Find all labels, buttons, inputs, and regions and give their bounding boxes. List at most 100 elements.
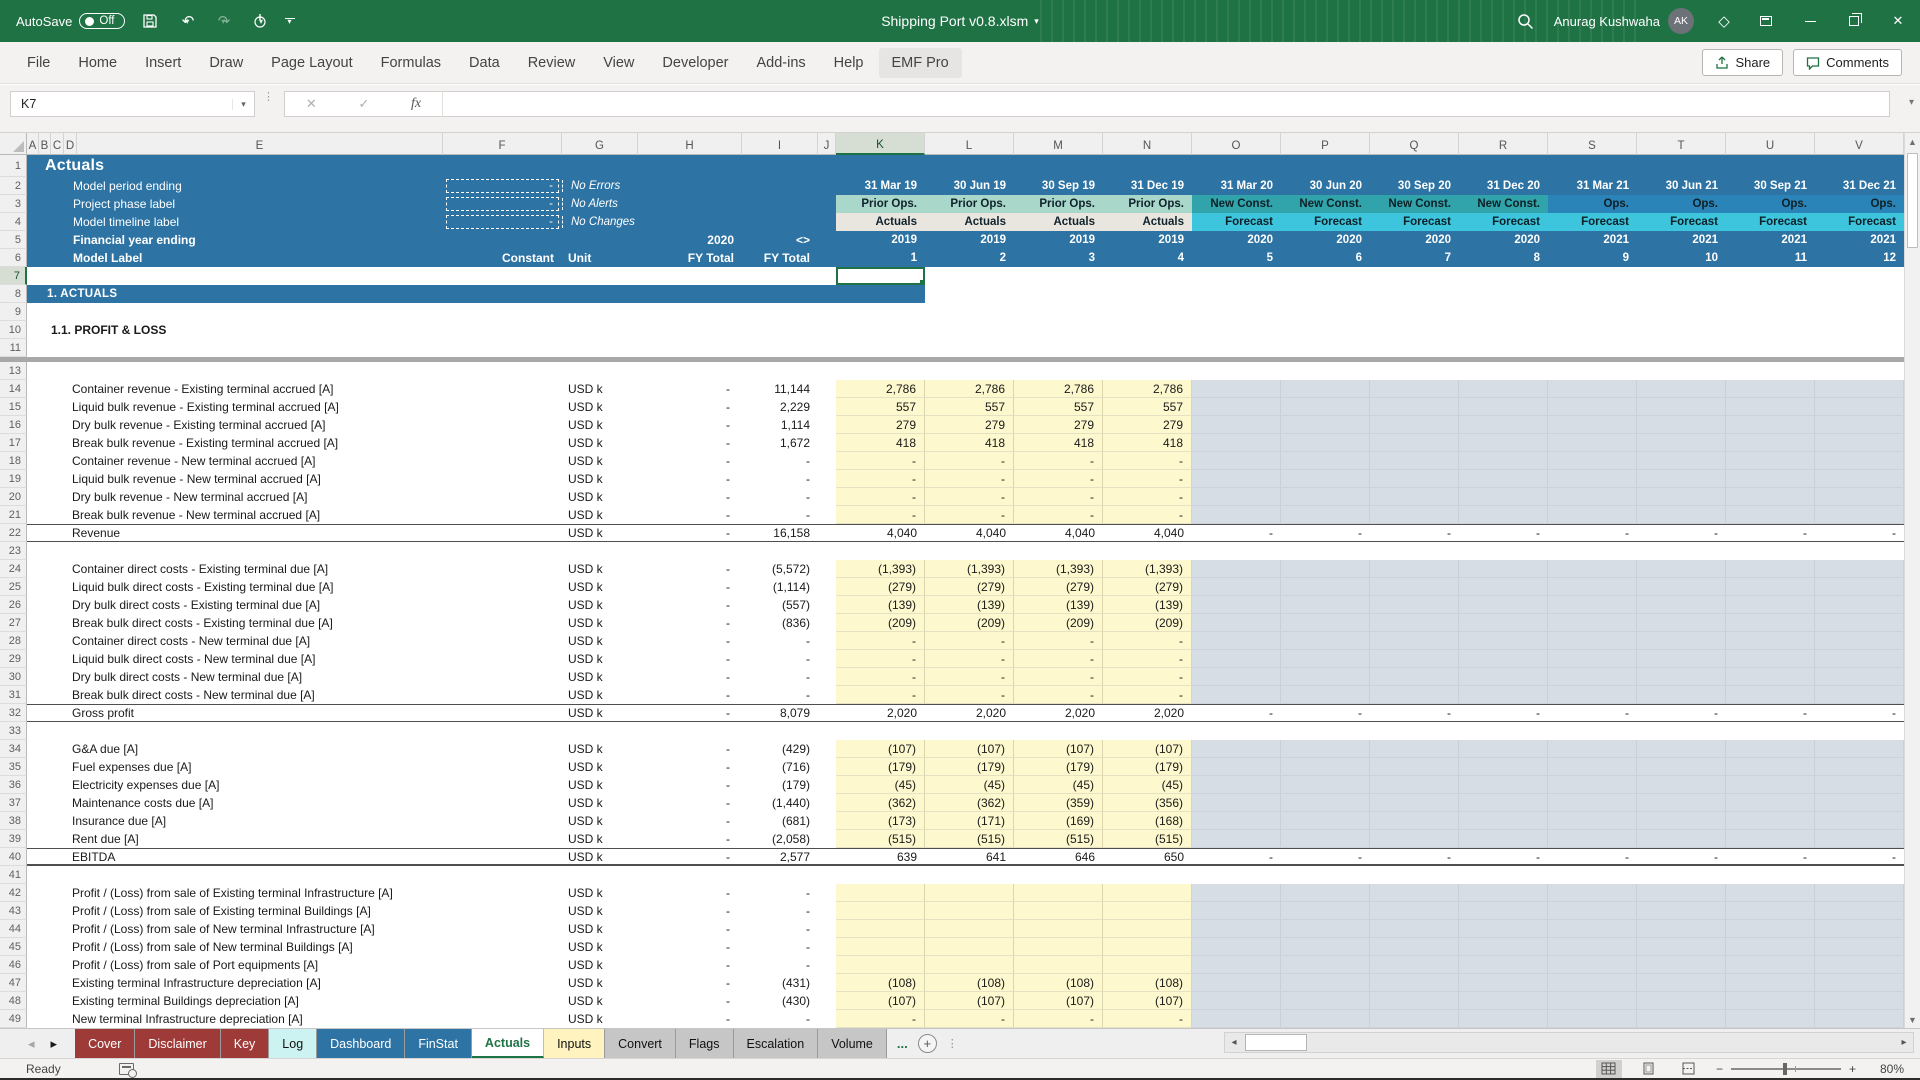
cell-K26[interactable]: (139) (836, 596, 925, 614)
cell-M14[interactable]: 2,786 (1014, 380, 1103, 398)
model-label-Q[interactable]: 7 (1370, 249, 1459, 267)
cell-F24[interactable] (443, 560, 562, 578)
period-r3-S[interactable]: Ops. (1548, 195, 1637, 213)
row-header-4[interactable]: 4 (0, 213, 27, 231)
unit-cell-43[interactable]: USD k (562, 902, 638, 920)
cell-J25[interactable] (818, 578, 836, 596)
period-r2-V[interactable]: 31 Dec 21 (1815, 177, 1904, 195)
scroll-up-icon[interactable]: ▲ (1905, 133, 1920, 150)
cell-F48[interactable] (443, 992, 562, 1010)
cell-N44[interactable] (1103, 920, 1192, 938)
row-header-29[interactable]: 29 (0, 650, 27, 668)
cell-J15[interactable] (818, 398, 836, 416)
fy-total-14[interactable]: 11,144 (742, 380, 818, 398)
unit-cell-17[interactable]: USD k (562, 434, 638, 452)
cell-F47[interactable] (443, 974, 562, 992)
cancel-icon[interactable]: ✕ (306, 96, 317, 112)
year-P[interactable]: 2020 (1281, 231, 1370, 249)
unit-cell-19[interactable]: USD k (562, 470, 638, 488)
subsection-title[interactable]: 1.1. PROFIT & LOSS (27, 321, 562, 339)
unit-cell-38[interactable]: USD k (562, 812, 638, 830)
cell-M30[interactable]: - (1014, 668, 1103, 686)
period-r4-S[interactable]: Forecast (1548, 213, 1637, 231)
row-label-21[interactable]: Break bulk revenue - New terminal accrue… (27, 506, 443, 524)
fy-total-15[interactable]: 2,229 (742, 398, 818, 416)
row-header-32[interactable]: 32 (0, 704, 27, 722)
cell-R22[interactable]: - (1459, 524, 1548, 542)
cell-M32[interactable]: 2,020 (1014, 704, 1103, 722)
unit-cell-18[interactable]: USD k (562, 452, 638, 470)
formula-input[interactable] (442, 91, 1890, 117)
row-header-9[interactable]: 9 (0, 303, 27, 321)
cell-K32[interactable]: 2,020 (836, 704, 925, 722)
row-header-48[interactable]: 48 (0, 992, 27, 1010)
cell-N37[interactable]: (356) (1103, 794, 1192, 812)
cell-F45[interactable] (443, 938, 562, 956)
cell-N32[interactable]: 2,020 (1103, 704, 1192, 722)
row-header-15[interactable]: 15 (0, 398, 27, 416)
period-r3-P[interactable]: New Const. (1281, 195, 1370, 213)
forecast-block-18[interactable] (1192, 452, 1904, 470)
column-header-K[interactable]: K (836, 133, 925, 155)
cell-H32[interactable]: - (638, 704, 742, 722)
period-r4-R[interactable]: Forecast (1459, 213, 1548, 231)
cell-K36[interactable]: (45) (836, 776, 925, 794)
cell-O40[interactable]: - (1192, 848, 1281, 866)
period-r4-L[interactable]: Actuals (925, 213, 1014, 231)
next-sheet-icon[interactable]: ▸ (51, 1036, 58, 1052)
unit-cell-45[interactable]: USD k (562, 938, 638, 956)
cell-N31[interactable]: - (1103, 686, 1192, 704)
cell-M37[interactable]: (359) (1014, 794, 1103, 812)
tabbar-options-icon[interactable]: ⋮ (947, 1041, 953, 1047)
fy-total-42[interactable]: - (742, 884, 818, 902)
row-header-10[interactable]: 10 (0, 321, 27, 339)
cell-S40[interactable]: - (1548, 848, 1637, 866)
row-header-44[interactable]: 44 (0, 920, 27, 938)
cell-J45[interactable] (818, 938, 836, 956)
cell-F26[interactable] (443, 596, 562, 614)
cell-J34[interactable] (818, 740, 836, 758)
cell-L15[interactable]: 557 (925, 398, 1014, 416)
cell-H37[interactable]: - (638, 794, 742, 812)
column-header-R[interactable]: R (1459, 133, 1548, 155)
row-header-7[interactable]: 7 (0, 267, 27, 285)
cell-R32[interactable]: - (1459, 704, 1548, 722)
year-U[interactable]: 2021 (1726, 231, 1815, 249)
cell-K18[interactable]: - (836, 452, 925, 470)
cell-H20[interactable]: - (638, 488, 742, 506)
model-label-N[interactable]: 4 (1103, 249, 1192, 267)
customize-qat-icon[interactable]: ▾ (283, 18, 297, 24)
cell-N46[interactable] (1103, 956, 1192, 974)
sheet-tab-disclaimer[interactable]: Disclaimer (135, 1029, 220, 1058)
cell-N28[interactable]: - (1103, 632, 1192, 650)
cell-N26[interactable]: (139) (1103, 596, 1192, 614)
cell-H24[interactable]: - (638, 560, 742, 578)
row-header-37[interactable]: 37 (0, 794, 27, 812)
unit-cell-35[interactable]: USD k (562, 758, 638, 776)
cell-N20[interactable]: - (1103, 488, 1192, 506)
column-header-G[interactable]: G (562, 133, 638, 155)
cell-F29[interactable] (443, 650, 562, 668)
row-label-22[interactable]: Revenue (27, 524, 443, 542)
cell-T22[interactable]: - (1637, 524, 1726, 542)
row-header-19[interactable]: 19 (0, 470, 27, 488)
cell-Q40[interactable]: - (1370, 848, 1459, 866)
unit-cell-29[interactable]: USD k (562, 650, 638, 668)
row-header-31[interactable]: 31 (0, 686, 27, 704)
cell-N39[interactable]: (515) (1103, 830, 1192, 848)
forecast-block-39[interactable] (1192, 830, 1904, 848)
cell-J47[interactable] (818, 974, 836, 992)
cell-M45[interactable] (1014, 938, 1103, 956)
cell-L18[interactable]: - (925, 452, 1014, 470)
model-label-T[interactable]: 10 (1637, 249, 1726, 267)
cell-N15[interactable]: 557 (1103, 398, 1192, 416)
period-r2-L[interactable]: 30 Jun 19 (925, 177, 1014, 195)
cell-K47[interactable]: (108) (836, 974, 925, 992)
cell-K48[interactable]: (107) (836, 992, 925, 1010)
unit-cell-27[interactable]: USD k (562, 614, 638, 632)
cell-H40[interactable]: - (638, 848, 742, 866)
cell-M48[interactable]: (107) (1014, 992, 1103, 1010)
cell-J37[interactable] (818, 794, 836, 812)
cell-L30[interactable]: - (925, 668, 1014, 686)
cell-Q32[interactable]: - (1370, 704, 1459, 722)
